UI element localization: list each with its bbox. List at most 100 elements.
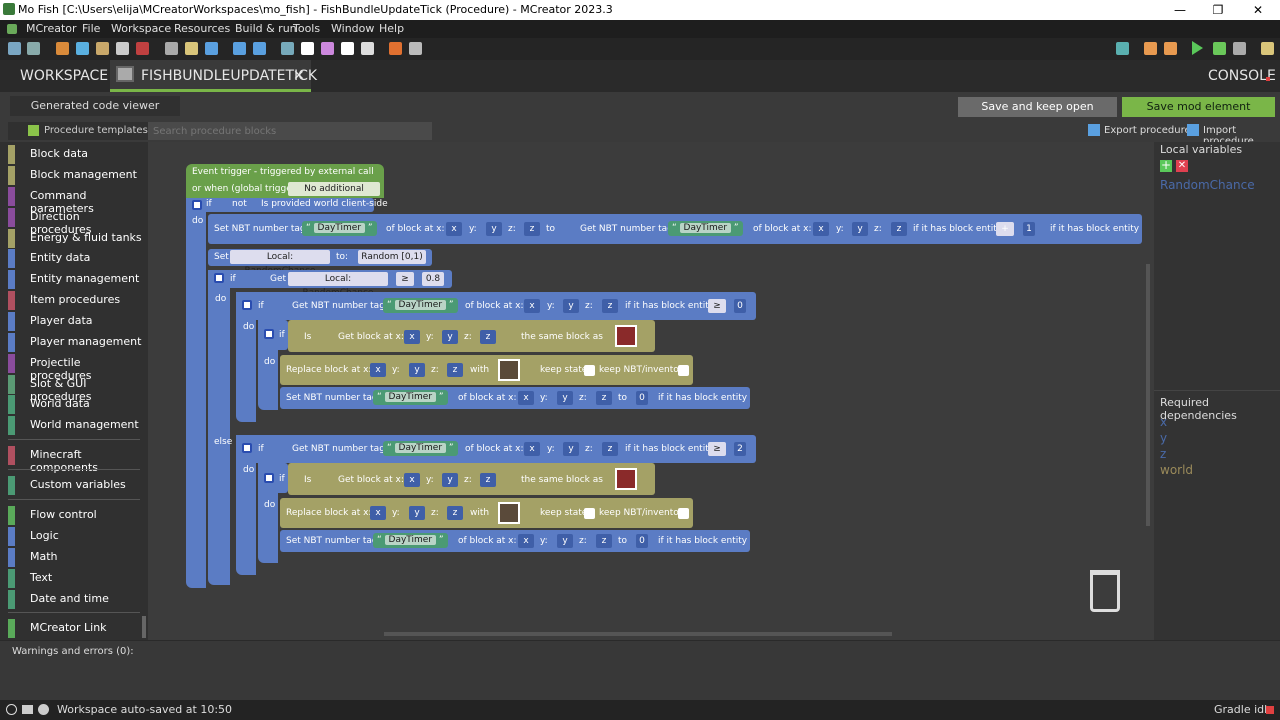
add-variable-icon[interactable]: + [1160,159,1172,172]
category-item[interactable]: Entity data [8,249,142,270]
cloud-icon[interactable] [301,42,314,55]
number-zero[interactable]: 0 [636,534,648,548]
sound-icon[interactable] [165,42,178,55]
minimize-button[interactable]: — [1162,0,1198,20]
menu-tools[interactable]: Tools [293,20,320,38]
menu-window[interactable]: Window [331,20,374,38]
z-input[interactable]: z [596,391,612,405]
y-input[interactable]: y [557,534,573,548]
set-nbt-zero-block[interactable]: Set NBT number tag “ DayTimer ” of block… [280,530,750,552]
run-client-icon[interactable] [1192,41,1203,55]
tool-icon[interactable] [1164,42,1177,55]
grid-icon[interactable] [205,42,218,55]
animation-icon[interactable] [116,42,129,55]
number-zero[interactable]: 0 [636,391,648,405]
if-not-block[interactable] [186,198,206,588]
gear-icon[interactable] [192,200,202,210]
category-item[interactable]: Command parameters [8,187,142,215]
category-item[interactable]: MCreator Link [8,619,142,640]
z-input[interactable]: z [596,534,612,548]
category-item[interactable]: Custom variables [8,476,142,497]
z-input[interactable]: z [447,363,463,377]
if-random-block[interactable] [208,270,230,585]
if-same-header[interactable]: if [258,320,288,350]
gear-icon[interactable] [264,473,274,483]
x-input[interactable]: x [404,330,420,344]
block-texture-icon[interactable] [615,468,637,490]
gear-icon[interactable] [242,300,252,310]
variable-item[interactable]: RandomChance [1160,178,1255,192]
grid-icon-2[interactable] [233,42,246,55]
x-input[interactable]: x [370,506,386,520]
category-item[interactable]: Projectile procedures [8,354,142,382]
nbt-key-string[interactable]: “ DayTimer ” [383,298,458,313]
keep-state-checkbox[interactable] [584,508,595,519]
y-input[interactable]: y [852,222,868,236]
maximize-button[interactable]: ❐ [1200,0,1236,20]
map-icon[interactable] [27,42,40,55]
category-item[interactable]: Block data [8,145,142,166]
menu-mcreator[interactable]: MCreator [26,20,77,38]
tree-icon[interactable] [281,42,294,55]
gallery-icon[interactable] [389,42,402,55]
category-item[interactable]: Item procedures [8,291,142,312]
gear-icon[interactable] [214,273,224,283]
menu-file[interactable]: File [82,20,100,38]
category-item[interactable]: Flow control [8,506,142,527]
info-icon[interactable] [6,704,17,715]
block-texture-icon[interactable] [498,502,520,524]
export-procedure-button[interactable]: Export procedure [1104,125,1191,136]
pen-icon[interactable] [409,42,422,55]
category-item[interactable]: World data [8,395,142,416]
y-input[interactable]: y [409,363,425,377]
z-input[interactable]: z [602,442,618,456]
gear-icon[interactable] [264,329,274,339]
x-input[interactable]: x [813,222,829,236]
tab-workspace[interactable]: WORKSPACE [20,68,108,84]
sidebar-scrollbar[interactable] [142,616,146,638]
trigger-dropdown[interactable]: No additional trigger [288,182,380,208]
if-nbt2-header[interactable]: if Get NBT number tag “ DayTimer ” of bl… [236,435,756,463]
stop-icon[interactable] [1233,42,1246,55]
category-item[interactable]: Direction procedures [8,208,142,236]
block-icon[interactable] [185,42,198,55]
gte-operator[interactable]: ≥ [396,272,414,286]
edit-icon[interactable] [96,42,109,55]
number-two[interactable]: 2 [734,442,746,456]
search-blocks-input[interactable] [148,122,432,140]
settings-icon[interactable] [38,704,49,715]
x-input[interactable]: x [524,299,540,313]
category-item[interactable]: Player management [8,333,142,354]
generated-code-viewer-button[interactable]: Generated code viewer [10,96,180,116]
book-icon[interactable] [361,42,374,55]
z-input[interactable]: z [602,299,618,313]
replace-block-block[interactable]: Replace block at x: x y: y z: z with kee… [280,498,693,528]
replace-block-block[interactable]: Replace block at x: x y: y z: z with kee… [280,355,693,385]
y-input[interactable]: y [563,442,579,456]
hammer-icon[interactable] [1144,42,1157,55]
category-item[interactable]: Minecraft components [8,446,142,474]
category-item[interactable]: Player data [8,312,142,333]
image-icon[interactable] [56,42,69,55]
terminal-icon[interactable] [22,705,33,714]
y-input[interactable]: y [409,506,425,520]
keep-state-checkbox[interactable] [584,365,595,376]
category-item[interactable]: Energy & fluid tanks [8,229,142,250]
z-input[interactable]: z [480,330,496,344]
z-input[interactable]: z [524,222,540,236]
z-input[interactable]: z [447,506,463,520]
random-block[interactable]: Random [0,1) [358,250,426,264]
tab-close-icon[interactable]: ✕ [293,68,305,84]
set-nbt-block[interactable]: Set NBT number tag “ DayTimer ” of block… [208,214,1142,244]
gear-icon[interactable] [242,443,252,453]
set-local-block[interactable]: Set Local: RandomChance to: Random [0,1) [208,249,432,276]
z-input[interactable]: z [891,222,907,236]
vertical-scrollbar[interactable] [1146,264,1150,526]
x-input[interactable]: x [518,534,534,548]
structure-icon[interactable] [136,42,149,55]
close-button[interactable]: ✕ [1240,0,1276,20]
if-same-header-2[interactable]: if [258,463,288,493]
menu-help[interactable]: Help [379,20,404,38]
chance-number[interactable]: 0.8 [422,272,444,286]
if-random-header[interactable]: if Get Local: RandomChance ≥ 0.8 [208,270,452,298]
